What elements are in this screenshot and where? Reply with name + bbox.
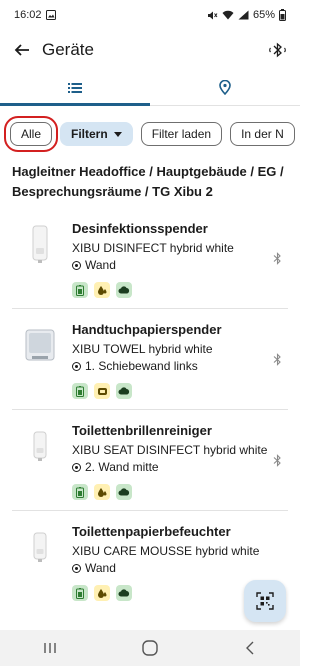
device-name: Handtuchpapierspender: [72, 322, 222, 337]
device-model: XIBU CARE MOUSSE hybrid white: [72, 544, 260, 558]
status-left: 16:02: [14, 9, 56, 21]
device-position: 2. Wand mitte: [72, 459, 288, 476]
back-button[interactable]: [10, 38, 34, 62]
device-model: XIBU DISINFECT hybrid white: [72, 241, 234, 255]
device-body: Handtuchpapierspender XIBU TOWEL hybrid …: [72, 321, 288, 399]
gallery-notification-icon: [45, 10, 56, 20]
device-item[interactable]: Desinfektionsspender XIBU DISINFECT hybr…: [0, 208, 300, 308]
position-icon: [72, 261, 81, 270]
home-icon: [142, 640, 158, 656]
bluetooth-searching-icon: [269, 42, 286, 58]
chevron-down-icon: [113, 131, 122, 137]
drop-icon: [94, 282, 110, 298]
device-image: [20, 220, 60, 270]
bluetooth-button[interactable]: [266, 38, 290, 62]
device-position-label: 1. Schiebewand links: [85, 359, 198, 373]
status-icons: [72, 282, 288, 298]
device-model: XIBU SEAT DISINFECT hybrid white: [72, 443, 268, 457]
status-bar: 16:02 65%: [0, 0, 300, 30]
device-image: [20, 321, 60, 371]
system-nav-bar: [0, 630, 300, 666]
system-back-button[interactable]: [230, 636, 270, 660]
device-bluetooth: [266, 208, 288, 308]
device-bluetooth: [266, 410, 288, 510]
chevron-left-icon: [246, 641, 254, 655]
tab-location[interactable]: [150, 70, 300, 105]
battery-percentage: 65%: [252, 9, 275, 21]
recent-apps-button[interactable]: [30, 636, 70, 660]
list-icon: [68, 82, 82, 93]
bluetooth-icon: [273, 352, 281, 366]
device-image: [20, 422, 60, 472]
home-button[interactable]: [130, 636, 170, 660]
cloud-icon: [116, 484, 132, 500]
device-item[interactable]: Toilettenbrillenreiniger XIBU SEAT DISIN…: [12, 409, 288, 510]
arrow-back-icon: [14, 44, 29, 56]
paper-roll-icon: [94, 383, 110, 399]
signal-icon: [238, 10, 249, 20]
wifi-icon: [222, 10, 234, 20]
device-position-label: Wand: [85, 258, 116, 272]
filter-dropdown-chip[interactable]: Filtern: [60, 122, 133, 146]
device-position: Wand: [72, 560, 288, 577]
cloud-icon: [116, 585, 132, 601]
battery-icon: [72, 383, 88, 399]
bluetooth-icon: [273, 251, 281, 265]
position-icon: [72, 362, 81, 371]
app-bar: Geräte: [0, 30, 300, 70]
device-name: Toilettenpapierbefeuchter: [72, 524, 231, 539]
drop-icon: [94, 484, 110, 500]
page-title: Geräte: [42, 40, 94, 59]
status-icons: [72, 383, 288, 399]
device-position-label: 2. Wand mitte: [85, 460, 159, 474]
device-body: Toilettenbrillenreiniger XIBU SEAT DISIN…: [72, 422, 288, 500]
device-position: Wand: [72, 257, 288, 274]
recent-apps-icon: [44, 643, 56, 653]
filter-all-chip[interactable]: Alle: [3, 116, 59, 152]
device-position-label: Wand: [85, 561, 116, 575]
device-bluetooth: [266, 309, 288, 409]
status-icons: [72, 484, 288, 500]
qr-code-scan-icon: [256, 592, 274, 610]
device-body: Desinfektionsspender XIBU DISINFECT hybr…: [72, 220, 288, 298]
nearby-chip[interactable]: In der N: [230, 122, 295, 146]
battery-icon: [72, 585, 88, 601]
cloud-icon: [116, 282, 132, 298]
status-right: 65%: [207, 9, 286, 21]
position-icon: [72, 463, 81, 472]
qr-scan-button[interactable]: [244, 580, 286, 622]
load-filter-chip[interactable]: Filter laden: [140, 122, 223, 146]
location-pin-icon: [219, 80, 231, 95]
position-icon: [72, 564, 81, 573]
view-tabs: [0, 70, 300, 106]
battery-icon: [72, 484, 88, 500]
tab-list[interactable]: [0, 70, 150, 106]
filter-bar: Alle Filtern Filter laden In der N: [0, 114, 300, 154]
device-image: [20, 523, 60, 573]
location-path: Hagleitner Headoffice / Hauptgebäude / E…: [12, 164, 284, 199]
device-model: XIBU TOWEL hybrid white: [72, 342, 213, 356]
filter-dropdown-label: Filtern: [71, 127, 108, 141]
device-list: Desinfektionsspender XIBU DISINFECT hybr…: [0, 208, 300, 611]
drop-icon: [94, 585, 110, 601]
bluetooth-icon: [273, 453, 281, 467]
battery-icon: [279, 9, 286, 21]
mute-icon: [207, 10, 218, 21]
device-name: Desinfektionsspender: [72, 221, 208, 236]
cloud-icon: [116, 383, 132, 399]
status-time: 16:02: [14, 9, 42, 21]
device-position: 1. Schiebewand links: [72, 358, 288, 375]
battery-icon: [72, 282, 88, 298]
device-item[interactable]: Handtuchpapierspender XIBU TOWEL hybrid …: [12, 308, 288, 409]
device-name: Toilettenbrillenreiniger: [72, 423, 212, 438]
